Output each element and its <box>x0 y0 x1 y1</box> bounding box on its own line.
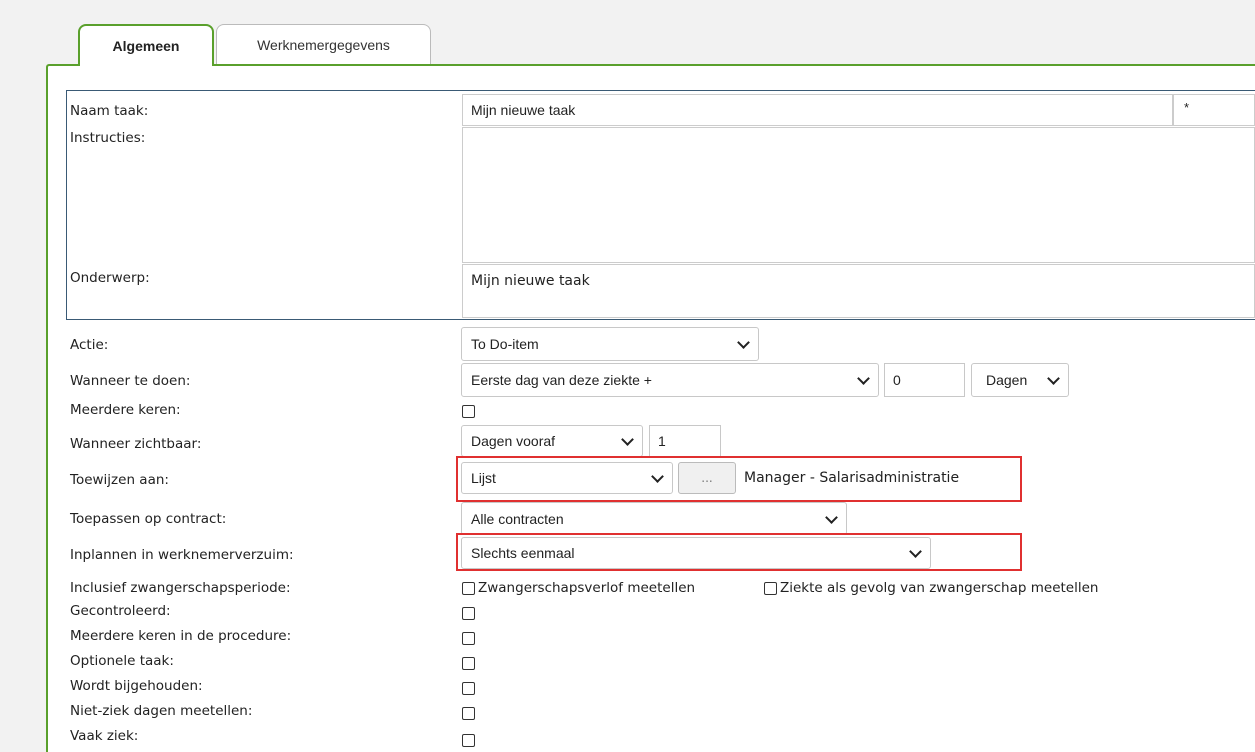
tab-werknemergegevens[interactable]: Werknemergegevens <box>216 24 431 64</box>
required-indicator: * <box>1173 94 1255 126</box>
onderwerp-input[interactable]: Mijn nieuwe taak <box>462 264 1255 318</box>
toepassen-label: Toepassen op contract: <box>70 511 227 527</box>
wanneer-zichtbaar-value: Dagen vooraf <box>471 433 556 449</box>
chevron-down-icon <box>1047 372 1060 385</box>
meerdere-procedure-checkbox[interactable] <box>462 632 475 645</box>
chevron-down-icon <box>737 336 750 349</box>
actie-select[interactable]: To Do-item <box>461 327 759 361</box>
zwangerschapsverlof-label: Zwangerschapsverlof meetellen <box>478 580 696 596</box>
wanneer-doen-value: Eerste dag van deze ziekte + <box>471 372 652 388</box>
tab-label: Werknemergegevens <box>257 36 390 53</box>
gecontroleerd-label: Gecontroleerd: <box>70 603 171 619</box>
vaak-ziek-label: Vaak ziek: <box>70 728 139 744</box>
inplannen-value: Slechts eenmaal <box>471 545 575 561</box>
wanneer-zichtbaar-number-input[interactable]: 1 <box>649 425 721 457</box>
required-mark: * <box>1184 100 1190 115</box>
actie-value: To Do-item <box>471 336 539 352</box>
zwangerschapsverlof-checkbox[interactable] <box>462 582 475 595</box>
tab-algemeen[interactable]: Algemeen <box>78 24 214 66</box>
instructies-label: Instructies: <box>70 130 146 146</box>
wanneer-doen-label: Wanneer te doen: <box>70 373 191 389</box>
toewijzen-value: Lijst <box>471 470 496 486</box>
onderwerp-label: Onderwerp: <box>70 270 150 286</box>
chevron-down-icon <box>857 372 870 385</box>
toewijzen-select[interactable]: Lijst <box>461 462 673 494</box>
inplannen-select[interactable]: Slechts eenmaal <box>461 537 931 569</box>
chevron-down-icon <box>825 510 838 524</box>
vaak-ziek-checkbox[interactable] <box>462 734 475 747</box>
wanneer-doen-unit-select[interactable]: Dagen <box>971 363 1069 397</box>
optionele-taak-label: Optionele taak: <box>70 653 174 669</box>
ziekte-zwangerschap-label: Ziekte als gevolg van zwangerschap meete… <box>780 580 1099 596</box>
ziekte-zwangerschap-checkbox[interactable] <box>764 582 777 595</box>
inplannen-label: Inplannen in werknemerverzuim: <box>70 547 294 563</box>
actie-label: Actie: <box>70 337 109 353</box>
wanneer-doen-select[interactable]: Eerste dag van deze ziekte + <box>461 363 879 397</box>
chevron-down-icon <box>909 545 922 558</box>
niet-ziek-checkbox[interactable] <box>462 707 475 720</box>
zwangerschap-label: Inclusief zwangerschapsperiode: <box>70 580 291 596</box>
browse-button[interactable]: ... <box>678 462 736 494</box>
optionele-taak-checkbox[interactable] <box>462 657 475 670</box>
toepassen-select[interactable]: Alle contracten <box>461 502 847 535</box>
meerdere-keren-checkbox[interactable] <box>462 405 475 418</box>
bijgehouden-checkbox[interactable] <box>462 682 475 695</box>
toewijzen-label: Toewijzen aan: <box>70 472 169 488</box>
wanneer-doen-number-input[interactable]: 0 <box>884 363 965 397</box>
naam-taak-input[interactable]: Mijn nieuwe taak <box>462 94 1173 126</box>
meerdere-procedure-label: Meerdere keren in de procedure: <box>70 628 292 644</box>
instructies-textarea[interactable] <box>462 127 1255 263</box>
chevron-down-icon <box>621 433 634 446</box>
bijgehouden-label: Wordt bijgehouden: <box>70 678 203 694</box>
toepassen-value: Alle contracten <box>471 510 564 527</box>
wanneer-zichtbaar-select[interactable]: Dagen vooraf <box>461 425 643 457</box>
wanneer-zichtbaar-label: Wanneer zichtbaar: <box>70 436 202 452</box>
niet-ziek-label: Niet-ziek dagen meetellen: <box>70 703 253 719</box>
tab-label: Algemeen <box>112 38 180 54</box>
meerdere-keren-label: Meerdere keren: <box>70 402 181 418</box>
wanneer-doen-unit: Dagen <box>986 372 1028 388</box>
chevron-down-icon <box>651 470 664 483</box>
naam-taak-label: Naam taak: <box>70 103 149 119</box>
gecontroleerd-checkbox[interactable] <box>462 607 475 620</box>
assignee-text: Manager - Salarisadministratie <box>744 470 960 486</box>
